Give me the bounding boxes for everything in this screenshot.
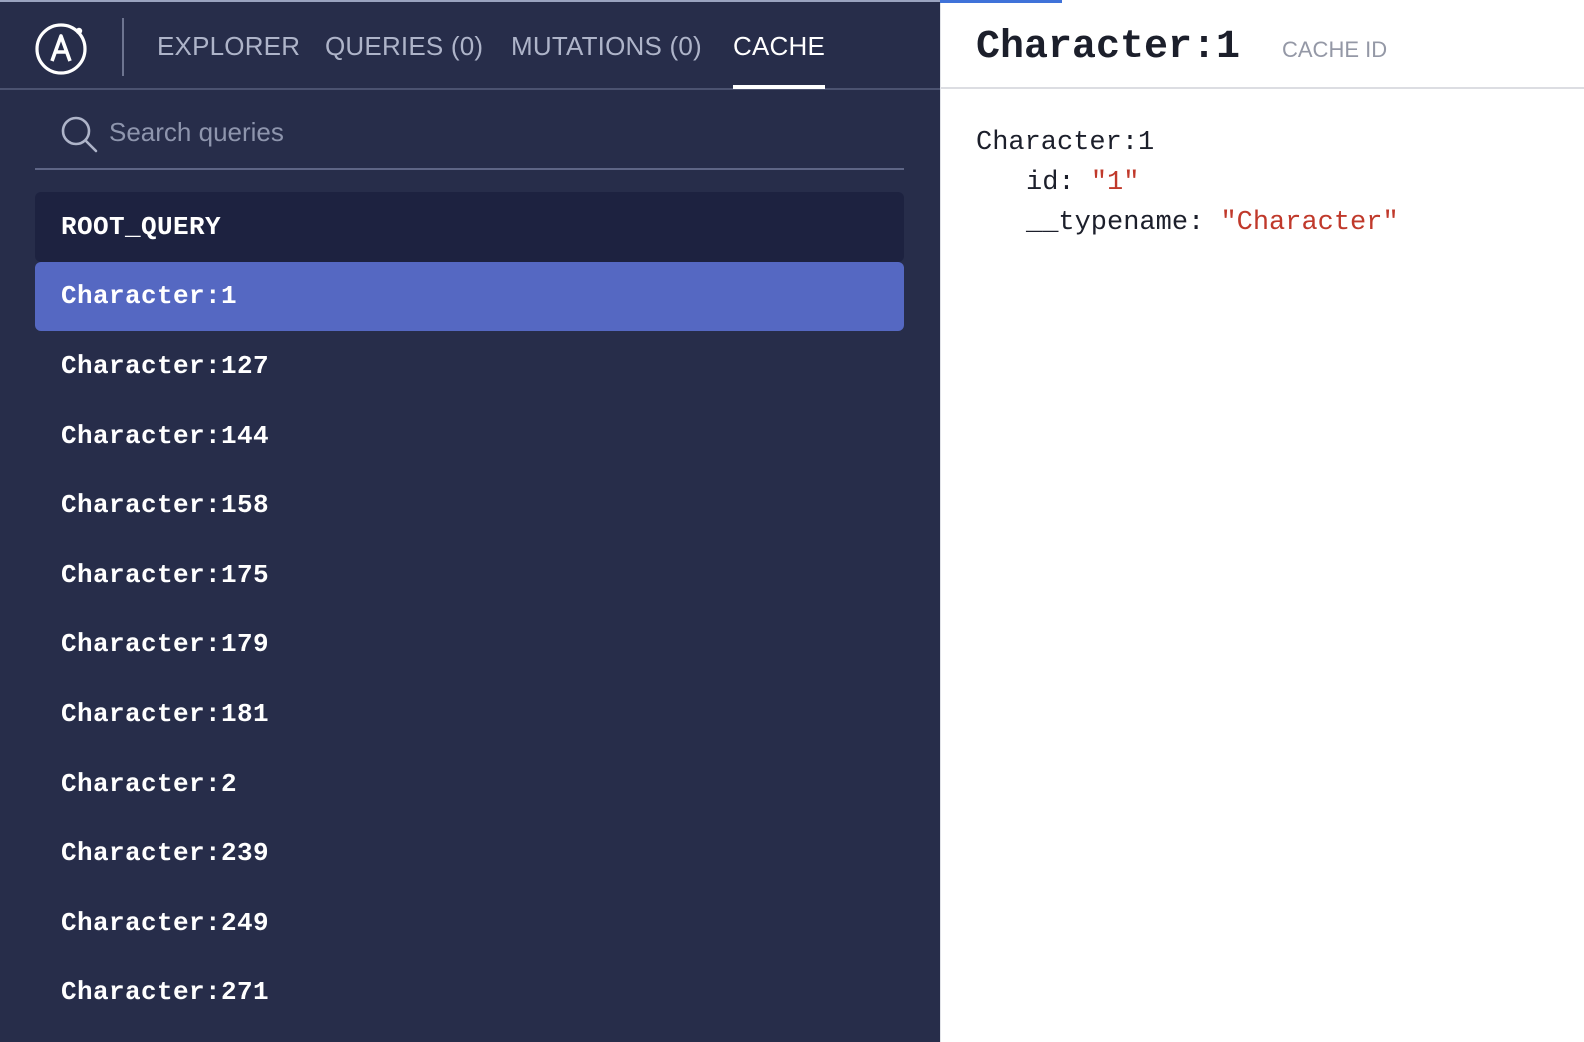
search-input[interactable]: [109, 112, 869, 152]
cache-item[interactable]: Character:144: [35, 401, 904, 471]
top-nav: EXPLORER QUERIES (0) MUTATIONS (0) CACHE: [0, 2, 940, 90]
cache-item[interactable]: Character:249: [35, 888, 904, 958]
field-colon: :: [1188, 208, 1221, 238]
detail-panel: Character:1 CACHE ID Character:1 id: "1"…: [940, 3, 1584, 1042]
cache-item[interactable]: Character:127: [35, 331, 904, 401]
cache-item[interactable]: Character:158: [35, 470, 904, 540]
object-tree: Character:1 id: "1" __typename: "Charact…: [976, 123, 1399, 243]
nav-divider: [122, 18, 124, 76]
cache-item[interactable]: Character:181: [35, 679, 904, 749]
tab-cache[interactable]: CACHE: [733, 31, 826, 89]
cache-item[interactable]: Character:271: [35, 958, 904, 1028]
sidebar: EXPLORER QUERIES (0) MUTATIONS (0) CACHE…: [0, 2, 940, 1042]
field-key: id: [1026, 168, 1059, 198]
tab-explorer[interactable]: EXPLORER: [157, 31, 300, 89]
field-value: "1": [1090, 168, 1140, 198]
field-colon: :: [1058, 168, 1091, 198]
cache-item[interactable]: Character:175: [35, 540, 904, 610]
field-value: "Character": [1220, 208, 1399, 238]
cache-item[interactable]: Character:239: [35, 818, 904, 888]
cache-item-root-query[interactable]: ROOT_QUERY: [35, 192, 904, 262]
search-bar: [35, 106, 904, 170]
tab-mutations[interactable]: MUTATIONS (0): [511, 31, 702, 89]
field-row: id: "1": [976, 163, 1399, 203]
tab-queries[interactable]: QUERIES (0): [325, 31, 483, 89]
cache-id-label: CACHE ID: [1282, 37, 1388, 62]
field-key: __typename: [1026, 208, 1189, 238]
field-row: __typename: "Character": [976, 203, 1399, 243]
cache-item-selected[interactable]: Character:1: [35, 261, 904, 332]
detail-title: Character:1: [976, 25, 1241, 70]
cache-list: ROOT_QUERY Character:1 Character:127 Cha…: [35, 192, 904, 1027]
cache-item[interactable]: Character:2: [35, 749, 904, 819]
search-icon: [61, 116, 98, 153]
detail-header: Character:1 CACHE ID: [941, 3, 1584, 89]
object-name: Character:1: [976, 128, 1155, 158]
apollo-logo-icon[interactable]: [33, 21, 89, 77]
cache-item[interactable]: Character:179: [35, 610, 904, 680]
